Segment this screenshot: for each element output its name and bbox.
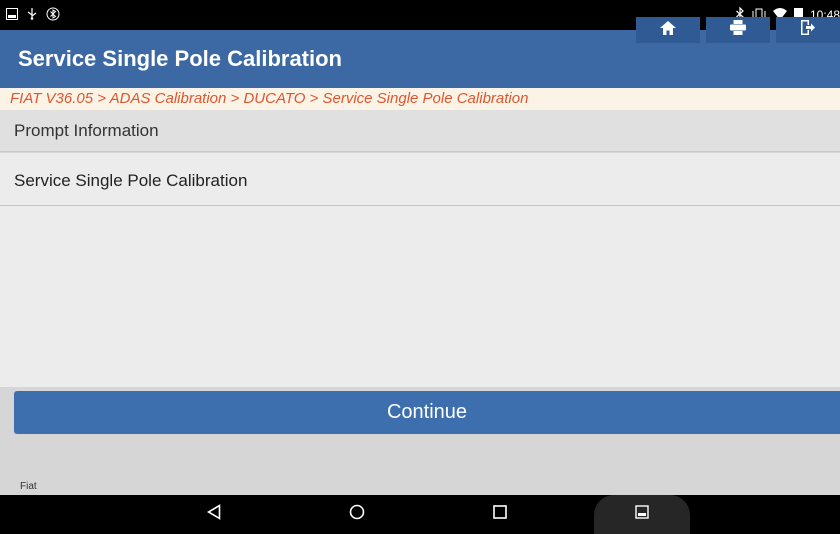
prompt-header: Prompt Information [0,110,840,152]
image-icon [6,7,18,23]
prompt-message: Service Single Pole Calibration [0,153,840,206]
exit-button[interactable] [776,17,840,43]
exit-icon [801,20,815,40]
home-icon [660,20,676,40]
android-nav-bar [0,495,840,534]
page-title: Service Single Pole Calibration [18,46,342,71]
back-button[interactable] [184,495,244,534]
print-button[interactable] [706,17,770,43]
breadcrumb: FIAT V36.05 > ADAS Calibration > DUCATO … [0,88,840,110]
prompt-body: Service Single Pole Calibration [0,153,840,387]
continue-button[interactable]: Continue [14,391,840,434]
home-nav-button[interactable] [327,495,387,534]
bluetooth-settings-icon [46,7,60,24]
usb-icon [26,7,38,23]
back-icon [206,504,221,525]
recents-icon [493,505,507,524]
screenshot-button[interactable] [594,495,690,534]
home-button[interactable] [636,17,700,43]
print-icon [730,20,746,40]
recents-button[interactable] [470,495,530,534]
circle-home-icon [349,504,365,525]
screenshot-icon [635,505,649,524]
status-left [6,7,60,24]
footer-label: Fiat [20,481,37,492]
